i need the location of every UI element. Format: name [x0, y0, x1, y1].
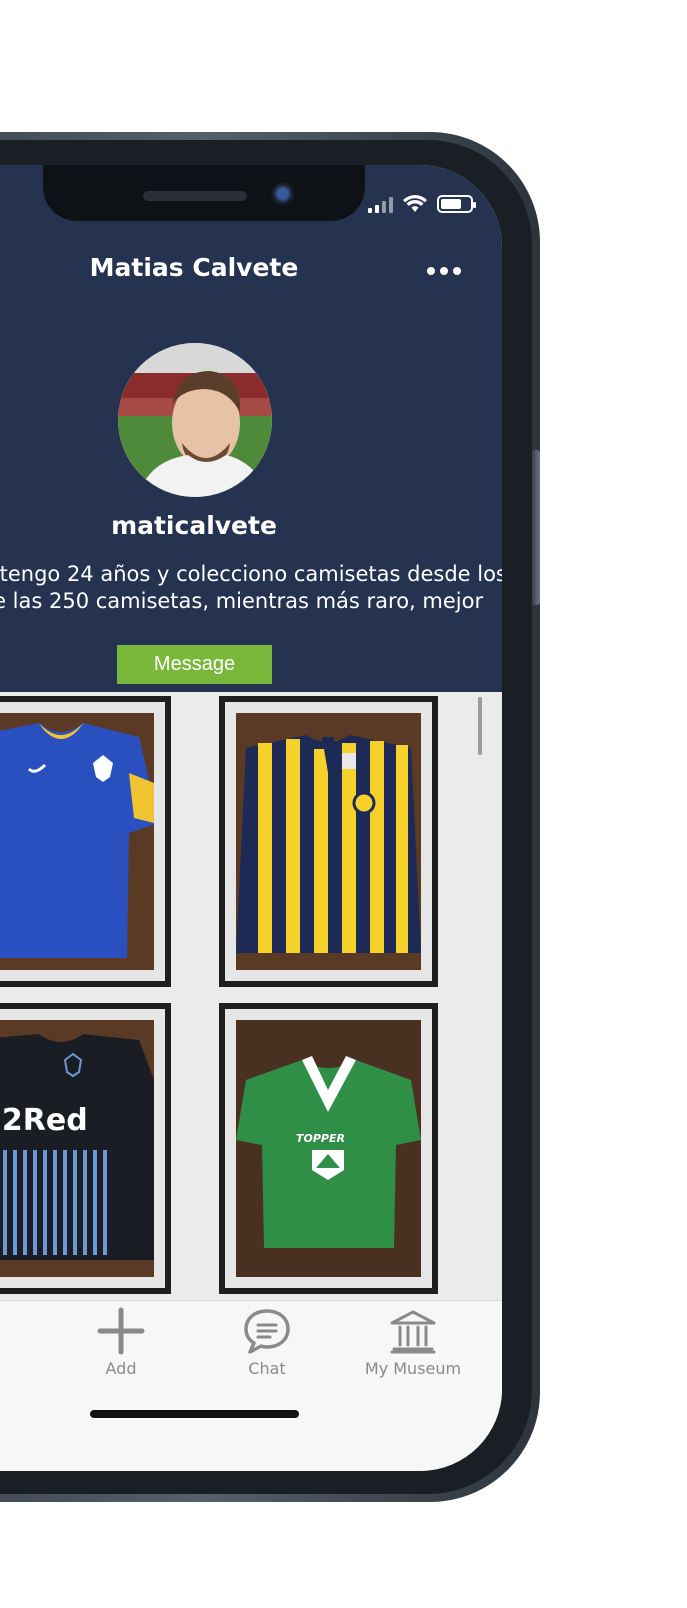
battery-icon [437, 195, 476, 213]
more-horizontal-icon [427, 267, 461, 275]
tab-chat[interactable]: Chat [202, 1307, 332, 1378]
profile-bio: y periodista, tengo 24 años y colecciono… [0, 562, 502, 613]
tab-label: My Museum [364, 1359, 462, 1378]
grid-scrollbar[interactable] [478, 697, 482, 755]
wifi-icon [403, 195, 427, 212]
collection-item[interactable]: 32Red [0, 1003, 171, 1294]
status-bar-icons [368, 191, 476, 213]
jersey-photo [0, 713, 154, 970]
home-indicator [90, 1410, 299, 1418]
avatar[interactable] [118, 343, 272, 497]
app-screenshot: Matias Calvete maticalvete y periodista,… [0, 0, 687, 1608]
message-button[interactable]: Message [117, 645, 272, 684]
phone-side-button [532, 450, 540, 605]
collection-item[interactable] [0, 696, 171, 987]
profile-username: maticalvete [111, 511, 277, 540]
cellular-signal-icon [368, 195, 393, 213]
jersey-photo [236, 713, 421, 970]
more-options-button[interactable] [426, 255, 462, 279]
phone-screen: Matias Calvete maticalvete y periodista,… [0, 165, 502, 1471]
phone-camera [271, 182, 297, 208]
bottom-tab-bar: Add Chat My Museum [0, 1300, 502, 1471]
avatar-photo [118, 343, 272, 497]
museum-icon [390, 1310, 436, 1354]
tab-my-museum[interactable]: My Museum [348, 1307, 478, 1378]
tab-label: Add [105, 1359, 137, 1378]
jersey-sponsor-text: 32Red [0, 1103, 88, 1138]
page-title: Matias Calvete [89, 253, 299, 282]
tab-label: Chat [248, 1359, 286, 1378]
plus-icon [97, 1307, 145, 1355]
tab-add[interactable]: Add [56, 1307, 186, 1378]
phone-speaker [143, 191, 247, 201]
chat-bubble-icon [244, 1309, 290, 1354]
jersey-photo: 32Red [0, 1020, 154, 1277]
jersey-sponsor-text: TOPPER [296, 1132, 345, 1145]
jersey-photo: TOPPER [236, 1020, 421, 1277]
collection-item[interactable] [219, 696, 438, 987]
collection-item[interactable]: TOPPER [219, 1003, 438, 1294]
